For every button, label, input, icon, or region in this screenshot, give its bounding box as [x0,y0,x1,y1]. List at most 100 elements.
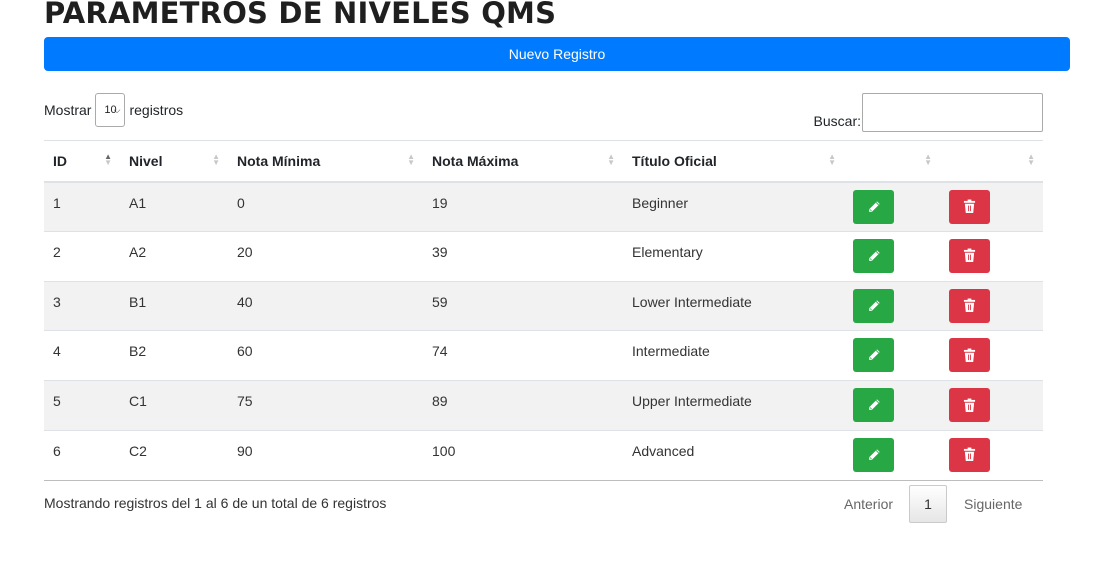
pagination: Anterior 1 Siguiente [831,485,1038,523]
new-record-button[interactable]: Nuevo Registro [44,37,1070,71]
trash-icon [963,348,976,363]
cell-titulo-oficial: Beginner [623,181,844,232]
cell-delete [940,330,1043,381]
table-header-row: ID ▲ ▼ Nivel ▲ ▼ Nota Mínima ▲ ▼ Nota Máxim… [44,140,1043,183]
cell-nota-maxima: 100 [423,429,623,481]
cell-nota-maxima: 89 [423,380,623,431]
sort-icon: ▲ ▼ [1027,152,1035,167]
delete-button[interactable] [949,238,990,273]
cell-edit [844,330,940,381]
sort-icon: ▲ ▼ [607,152,615,167]
column-header-nivel[interactable]: Nivel ▲ ▼ [120,140,228,183]
search-label: Buscar: [813,113,861,129]
column-header-id[interactable]: ID ▲ ▼ [44,140,120,183]
cell-edit [844,380,940,431]
cell-nota-minima: 75 [228,380,423,431]
cell-nota-minima: 0 [228,181,423,232]
next-page-button[interactable]: Siguiente [947,496,1038,512]
cell-nivel: C2 [120,429,228,481]
cell-titulo-oficial: Elementary [623,230,844,282]
sort-icon: ▲ ▼ [828,152,836,167]
levels-table: ID ▲ ▼ Nivel ▲ ▼ Nota Mínima ▲ ▼ Nota Máxim… [44,140,1043,481]
cell-titulo-oficial: Intermediate [623,330,844,381]
length-prefix: Mostrar [44,102,92,118]
cell-edit [844,181,940,232]
delete-button[interactable] [949,288,990,323]
table-row: 1 A1 0 19 Beginner [44,181,1043,232]
cell-id: 5 [44,380,120,431]
cell-titulo-oficial: Advanced [623,429,844,481]
page-button-current[interactable]: 1 [909,485,948,523]
cell-edit [844,280,940,331]
cell-titulo-oficial: Lower Intermediate [623,280,844,331]
trash-icon [963,199,976,214]
cell-nivel: C1 [120,380,228,431]
edit-button[interactable] [853,288,894,323]
delete-button[interactable] [949,189,990,224]
table-row: 6 C2 90 100 Advanced [44,429,1043,481]
page-length-select[interactable]: 10 ⌵ [95,93,126,127]
cell-nota-maxima: 74 [423,330,623,381]
pencil-icon [867,200,881,214]
edit-button[interactable] [853,388,894,423]
cell-nota-maxima: 59 [423,280,623,331]
sort-asc-icon: ▲ ▼ [104,152,112,167]
cell-id: 3 [44,280,120,331]
edit-button[interactable] [853,437,894,472]
cell-nota-minima: 20 [228,230,423,282]
cell-edit [844,230,940,282]
column-header-titulo-oficial[interactable]: Título Oficial ▲ ▼ [623,140,844,183]
edit-button[interactable] [853,189,894,224]
length-suffix: registros [129,102,184,118]
sort-icon: ▲ ▼ [924,152,932,167]
cell-id: 1 [44,181,120,232]
cell-nivel: B2 [120,330,228,381]
edit-button[interactable] [853,338,894,373]
delete-button[interactable] [949,338,990,373]
cell-id: 2 [44,230,120,282]
cell-delete [940,181,1043,232]
pencil-icon [867,249,881,263]
trash-icon [963,248,976,263]
cell-delete [940,380,1043,431]
cell-nota-maxima: 19 [423,181,623,232]
table-row: 2 A2 20 39 Elementary [44,230,1043,282]
cell-nota-minima: 60 [228,330,423,381]
chevron-down-icon: ⌵ [113,105,121,115]
pencil-icon [867,348,881,362]
delete-button[interactable] [949,388,990,423]
pencil-icon [867,398,881,412]
cell-delete [940,280,1043,331]
pencil-icon [867,448,881,462]
column-header-delete[interactable]: ▲ ▼ [940,140,1043,183]
cell-nota-minima: 40 [228,280,423,331]
page-title: PARAMETROS DE NIVELES QMS [44,0,557,30]
table-row: 4 B2 60 74 Intermediate [44,330,1043,381]
search-control: Buscar: [814,93,1043,132]
column-header-nota-maxima[interactable]: Nota Máxima ▲ ▼ [423,140,623,183]
sort-icon: ▲ ▼ [407,152,415,167]
pencil-icon [867,299,881,313]
delete-button[interactable] [949,437,990,472]
column-header-edit[interactable]: ▲ ▼ [844,140,940,183]
search-input[interactable] [862,93,1043,132]
column-header-nota-minima[interactable]: Nota Mínima ▲ ▼ [228,140,423,183]
cell-titulo-oficial: Upper Intermediate [623,380,844,431]
cell-id: 4 [44,330,120,381]
cell-nivel: B1 [120,280,228,331]
table-row: 5 C1 75 89 Upper Intermediate [44,380,1043,431]
cell-nota-maxima: 39 [423,230,623,282]
cell-nivel: A1 [120,181,228,232]
table-row: 3 B1 40 59 Lower Intermediate [44,280,1043,331]
sort-icon: ▲ ▼ [212,152,220,167]
cell-id: 6 [44,429,120,481]
table-info: Mostrando registros del 1 al 6 de un tot… [44,495,387,511]
trash-icon [963,298,976,313]
cell-edit [844,429,940,481]
prev-page-button[interactable]: Anterior [831,496,909,512]
edit-button[interactable] [853,238,894,273]
trash-icon [963,447,976,462]
cell-delete [940,429,1043,481]
cell-delete [940,230,1043,282]
trash-icon [963,398,976,413]
